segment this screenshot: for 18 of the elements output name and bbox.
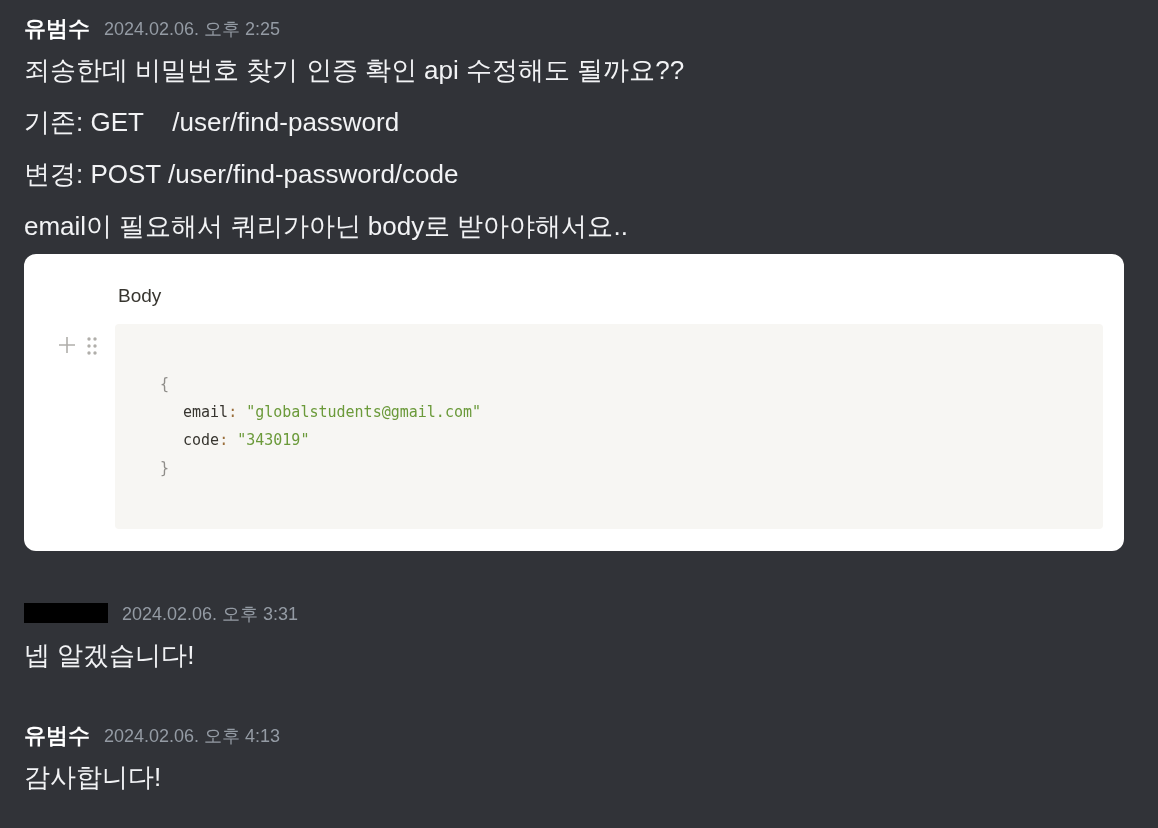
timestamp: 2024.02.06. 오후 4:13	[104, 725, 281, 748]
author-name[interactable]: 유범수	[24, 11, 90, 45]
author-name[interactable]: 유범수	[24, 718, 90, 752]
drag-handle-icon[interactable]	[86, 336, 98, 356]
code-brace: }	[160, 458, 170, 479]
message-text: 죄송한데 비밀번호 찾기 인증 확인 api 수정해도 될까요??	[24, 54, 686, 87]
code-brace: {	[160, 374, 170, 395]
code-line: email: "globalstudents@gmail.com"	[182, 402, 482, 423]
timestamp: 2024.02.06. 오후 3:31	[122, 603, 299, 626]
code-line: code: "343019"	[182, 430, 310, 451]
timestamp: 2024.02.06. 오후 2:25	[104, 18, 281, 41]
message-text: 넵 알겠습니다!	[24, 639, 196, 672]
message-text: 기존: GET /user/find-password	[24, 106, 401, 139]
add-icon[interactable]	[58, 336, 76, 354]
message-text: 감사합니다!	[24, 761, 163, 794]
block-heading: Body	[118, 284, 163, 308]
message-text: email이 필요해서 쿼리가아닌 body로 받아야해서요..	[24, 210, 629, 243]
message-text: 변경: POST /user/find-password/code	[24, 158, 460, 191]
